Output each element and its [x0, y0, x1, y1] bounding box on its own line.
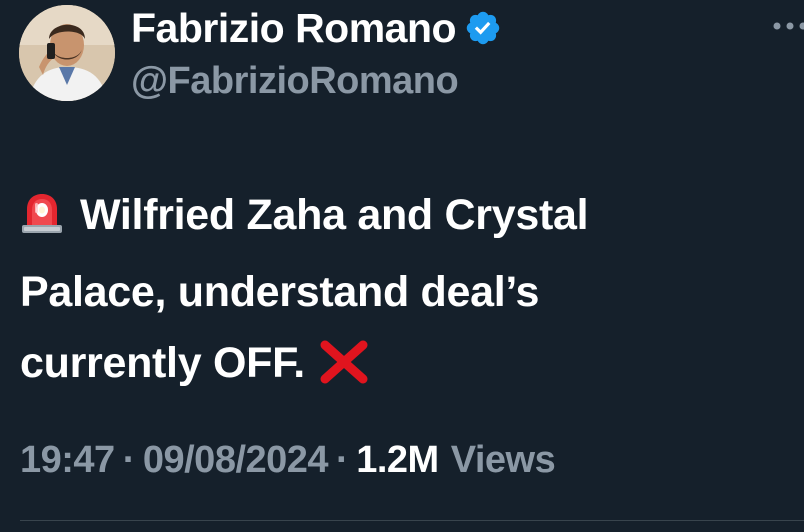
- views-count: 1.2M: [356, 438, 439, 481]
- red-cross-mark-icon: [319, 336, 369, 407]
- more-options-icon[interactable]: [770, 12, 804, 32]
- police-siren-icon: [20, 186, 64, 257]
- meta-separator: ·: [122, 438, 136, 481]
- divider: [20, 520, 804, 521]
- tweet-line: Palace, understand deal’s: [20, 257, 740, 328]
- tweet-line: currently OFF.: [20, 328, 740, 407]
- tweet-card: Fabrizio Romano @FabrizioRomano Wilfried…: [0, 0, 804, 532]
- verified-badge-icon[interactable]: [464, 9, 502, 47]
- author-display-name[interactable]: Fabrizio Romano: [131, 5, 457, 52]
- tweet-line-text: currently OFF.: [20, 339, 305, 387]
- tweet-line-text: Palace, understand deal’s: [20, 268, 540, 316]
- author-handle[interactable]: @FabrizioRomano: [131, 60, 459, 103]
- tweet-date[interactable]: 09/08/2024: [143, 439, 329, 482]
- views-label[interactable]: Views: [451, 439, 556, 482]
- author-name-row: Fabrizio Romano: [131, 4, 502, 52]
- meta-separator: ·: [336, 438, 349, 481]
- tweet-line-text: Wilfried Zaha and Crystal: [80, 191, 589, 239]
- avatar[interactable]: [19, 5, 115, 101]
- tweet-line: Wilfried Zaha and Crystal: [20, 180, 740, 257]
- tweet-time[interactable]: 19:47: [20, 439, 115, 482]
- tweet-text: Wilfried Zaha and Crystal Palace, unders…: [20, 180, 740, 407]
- tweet-meta: 19:47 · 09/08/2024 · 1.2M Views: [20, 434, 556, 486]
- profile-photo-icon: [19, 5, 115, 101]
